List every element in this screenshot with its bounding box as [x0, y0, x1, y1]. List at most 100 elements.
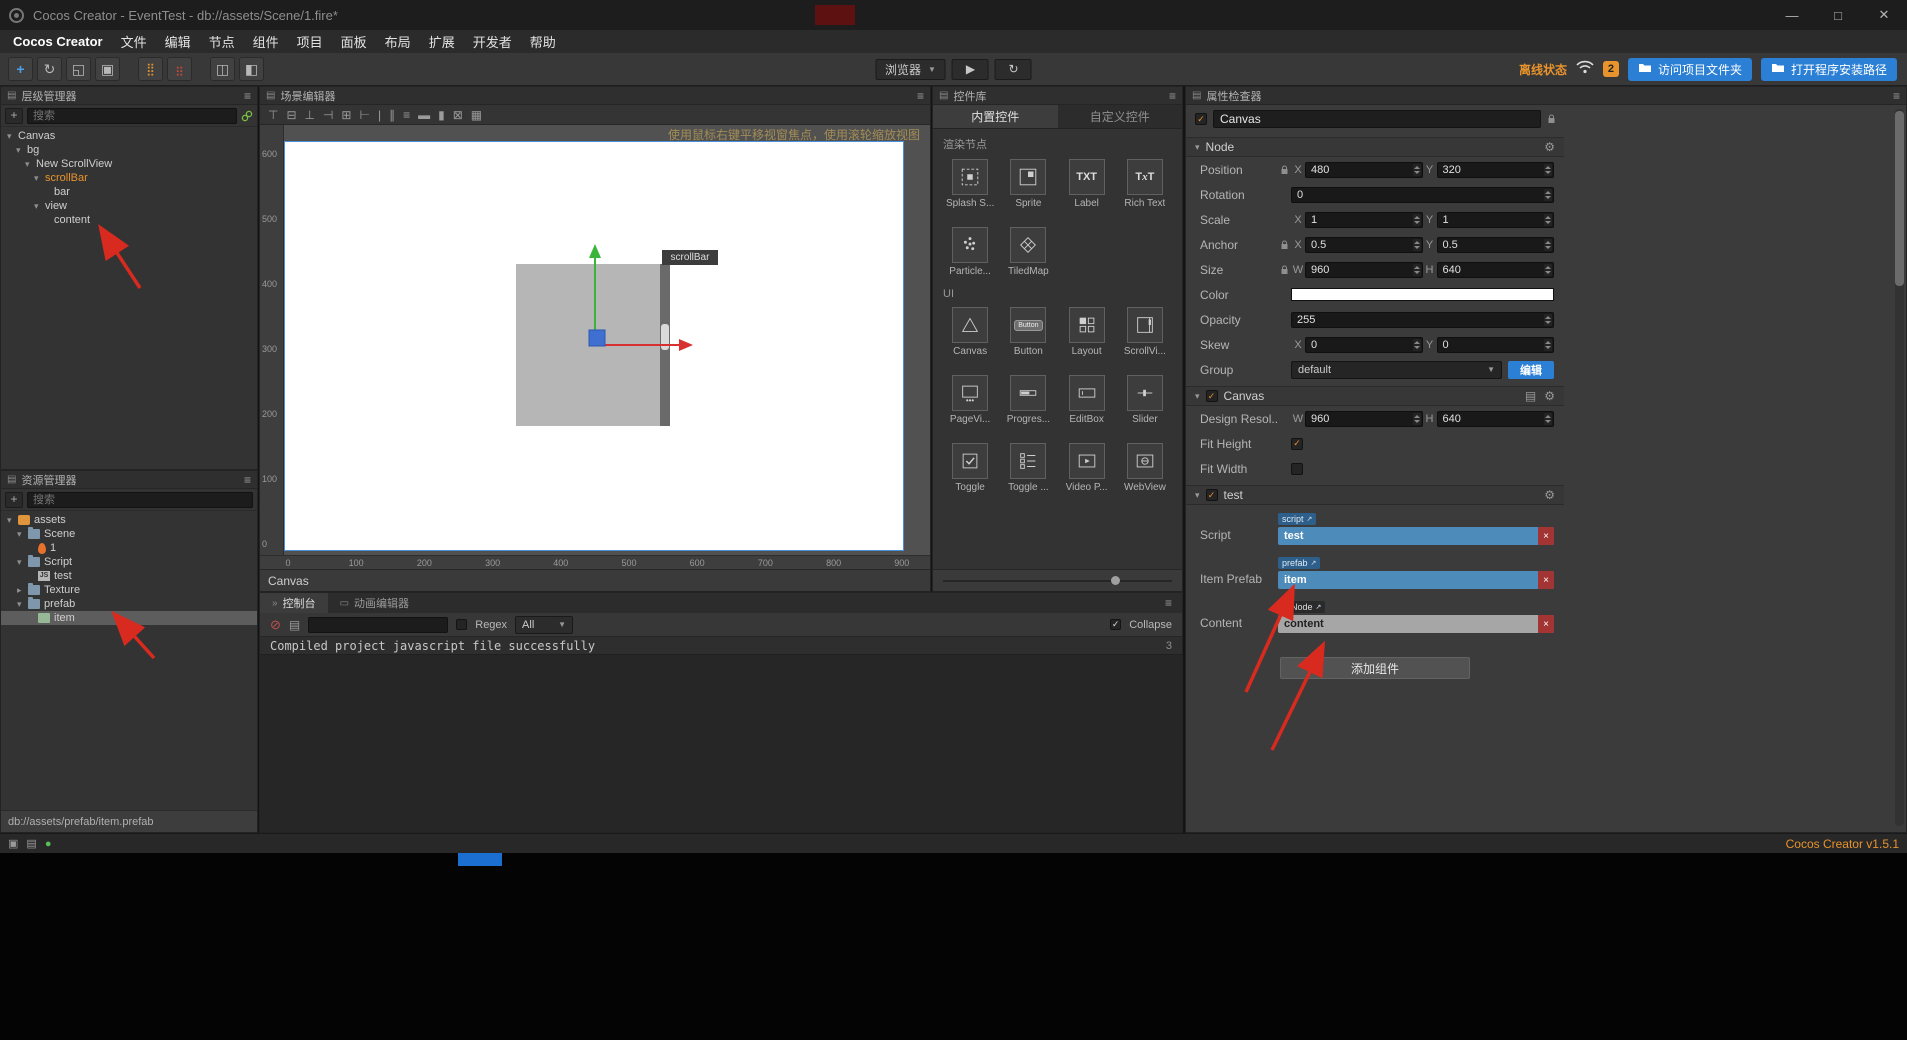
number-stepper[interactable] — [1544, 213, 1552, 226]
expand-toggle-icon[interactable]: ▾ — [34, 201, 45, 212]
taskbar-active-app[interactable] — [458, 853, 502, 866]
menu-item-开发者[interactable]: 开发者 — [464, 30, 521, 53]
menu-icon[interactable]: ≡ — [1169, 89, 1176, 103]
log-status-icon[interactable]: ▤ — [26, 837, 36, 850]
number-stepper[interactable] — [1544, 163, 1552, 176]
layout-split-icon[interactable]: ◫ — [210, 57, 235, 81]
section-test-component[interactable]: ▾ test ⚙ — [1186, 485, 1564, 505]
distribute-vertical-icon[interactable]: ≡ — [403, 108, 410, 122]
menu-item-编辑[interactable]: 编辑 — [156, 30, 200, 53]
play-button[interactable]: ▶ — [951, 58, 989, 80]
scrollbar-handle[interactable] — [1895, 111, 1904, 286]
link-selection-icon[interactable] — [241, 110, 253, 122]
zoom-slider-track[interactable] — [943, 580, 1172, 582]
align-center-icon[interactable]: ⊞ — [341, 108, 351, 122]
hierarchy-node-scrollBar[interactable]: ▾ scrollBar — [1, 171, 257, 185]
scale-y-input[interactable]: 1 — [1436, 211, 1554, 228]
same-width-icon[interactable]: ▬ — [418, 108, 430, 122]
number-stepper[interactable] — [1412, 163, 1421, 176]
design-h-input[interactable]: 640 — [1436, 410, 1554, 427]
number-stepper[interactable] — [1412, 263, 1421, 276]
remove-reference-button[interactable]: × — [1538, 571, 1554, 589]
scene-canvas[interactable]: scrollBar — [284, 141, 904, 551]
open-log-file-icon[interactable]: ▤ — [289, 618, 300, 632]
library-item-canvas[interactable]: Canvas — [941, 307, 999, 357]
collapse-icon[interactable]: ▾ — [1195, 490, 1200, 501]
group-dropdown[interactable]: default ▼ — [1291, 360, 1502, 379]
same-height-icon[interactable]: ▮ — [438, 108, 445, 122]
size-h-input[interactable]: 640 — [1436, 261, 1554, 278]
fit-width-checkbox[interactable] — [1291, 462, 1303, 475]
edit-group-button[interactable]: 编辑 — [1508, 360, 1554, 379]
collapse-icon[interactable]: ▾ — [1195, 142, 1200, 153]
tab-custom-controls[interactable]: 自定义控件 — [1058, 105, 1183, 128]
size-w-input[interactable]: 960 — [1305, 261, 1423, 278]
layout-status-icon[interactable]: ▣ — [8, 837, 18, 850]
align-bottom-icon[interactable]: ⊥ — [305, 108, 315, 122]
move-tool-icon[interactable]: + — [8, 57, 33, 81]
tab-console[interactable]: » 控制台 — [260, 593, 328, 613]
inspector-scrollbar[interactable] — [1895, 109, 1904, 826]
add-asset-button[interactable]: + — [5, 491, 23, 508]
hierarchy-node-New ScrollView[interactable]: ▾ New ScrollView — [1, 157, 257, 171]
menu-icon[interactable]: ≡ — [244, 89, 251, 103]
close-button[interactable]: ✕ — [1861, 0, 1907, 30]
log-filter-input[interactable] — [308, 616, 449, 633]
collapse-checkbox[interactable] — [1110, 619, 1122, 630]
content-reference-field[interactable]: content × — [1278, 615, 1554, 633]
coord-toggle-icon[interactable]: ⣶ — [167, 57, 192, 81]
menu-icon[interactable]: ≡ — [1893, 89, 1900, 103]
asset-node-1[interactable]: 1 — [1, 541, 257, 555]
asset-node-test[interactable]: JS test — [1, 569, 257, 583]
library-item-rich-text[interactable]: TxT Rich Text — [1116, 159, 1174, 209]
number-stepper[interactable] — [1412, 338, 1421, 351]
align-left-icon[interactable]: ⊣ — [323, 108, 333, 122]
fit-height-checkbox[interactable] — [1291, 437, 1303, 450]
lock-icon[interactable] — [1547, 114, 1556, 124]
pivot-toggle-icon[interactable]: ⣿ — [138, 57, 163, 81]
gear-icon[interactable]: ⚙ — [1544, 488, 1555, 502]
library-item-video-p-[interactable]: Video P... — [1058, 443, 1116, 493]
asset-node-item[interactable]: item — [1, 611, 257, 625]
position-x-input[interactable]: 480 — [1305, 161, 1423, 178]
menu-item-项目[interactable]: 项目 — [288, 30, 332, 53]
preview-target-dropdown[interactable]: 浏览器 ▼ — [875, 58, 946, 80]
remove-reference-button[interactable]: × — [1538, 527, 1554, 545]
menu-item-组件[interactable]: 组件 — [244, 30, 288, 53]
anchor-y-input[interactable]: 0.5 — [1436, 236, 1554, 253]
skew-y-input[interactable]: 0 — [1436, 336, 1554, 353]
hierarchy-node-content[interactable]: content — [1, 213, 257, 227]
distribute-horizontal-icon[interactable]: ∥ — [389, 108, 395, 122]
hierarchy-node-Canvas[interactable]: ▾ Canvas — [1, 129, 257, 143]
library-item-editbox[interactable]: EditBox — [1058, 375, 1116, 425]
menu-item-文件[interactable]: 文件 — [112, 30, 156, 53]
node-name-field[interactable]: Canvas — [1213, 110, 1541, 128]
console-log-area[interactable]: Compiled project javascript file success… — [260, 637, 1182, 832]
number-stepper[interactable] — [1412, 238, 1421, 251]
menu-icon[interactable]: ≡ — [917, 89, 924, 103]
expand-toggle-icon[interactable]: ▾ — [17, 599, 28, 610]
asset-node-prefab[interactable]: ▾ prefab — [1, 597, 257, 611]
anchor-x-input[interactable]: 0.5 — [1305, 236, 1423, 253]
library-item-progres-[interactable]: Progres... — [999, 375, 1057, 425]
expand-toggle-icon[interactable]: ▾ — [17, 529, 28, 540]
remove-reference-button[interactable]: × — [1538, 615, 1554, 633]
library-item-button[interactable]: Button Button — [999, 307, 1057, 357]
tab-builtin-controls[interactable]: 内置控件 — [933, 105, 1058, 128]
node-active-checkbox[interactable] — [1195, 113, 1207, 125]
color-swatch[interactable] — [1291, 288, 1554, 301]
maximize-button[interactable]: □ — [1815, 0, 1861, 30]
rect-tool-icon[interactable]: ▣ — [95, 57, 120, 81]
snap-icon[interactable]: ⊠ — [453, 108, 463, 122]
collapse-icon[interactable]: ▾ — [1195, 391, 1200, 402]
gear-icon[interactable]: ⚙ — [1544, 140, 1555, 154]
zoom-slider-handle[interactable] — [1111, 576, 1120, 585]
menu-item-帮助[interactable]: 帮助 — [521, 30, 565, 53]
library-item-layout[interactable]: Layout — [1058, 307, 1116, 357]
align-right-icon[interactable]: ⊢ — [359, 108, 369, 122]
number-stepper[interactable] — [1544, 188, 1552, 201]
menu-item-Cocos Creator[interactable]: Cocos Creator — [4, 30, 112, 53]
number-stepper[interactable] — [1544, 338, 1552, 351]
menu-icon[interactable]: ≡ — [1165, 593, 1182, 613]
help-icon[interactable]: ▤ — [1525, 389, 1536, 403]
